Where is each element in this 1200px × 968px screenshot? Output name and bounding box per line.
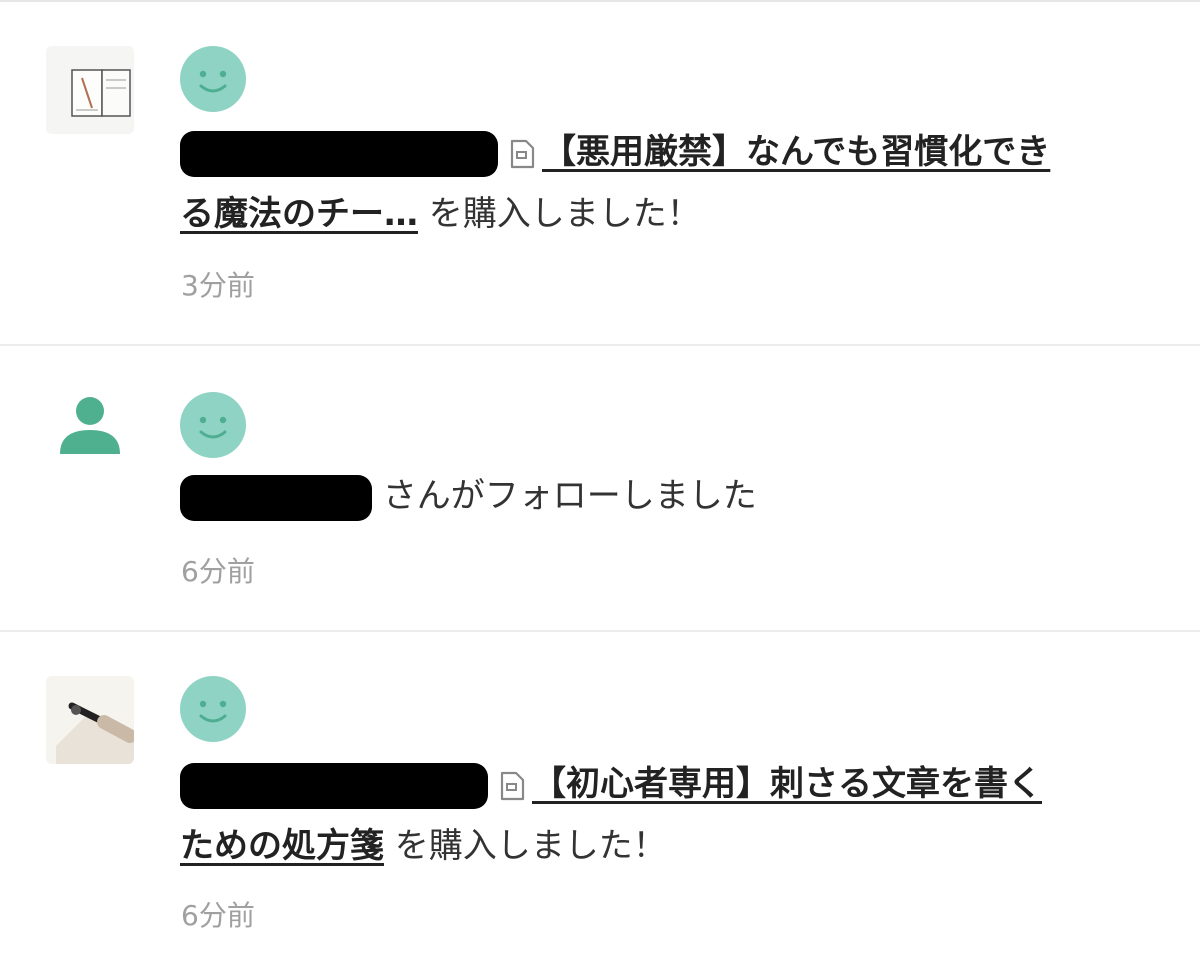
redacted-username (180, 130, 498, 177)
article-title-link-continued[interactable]: ための処方箋 (180, 826, 384, 866)
article-title-link[interactable]: 【悪用厳禁】なんでも習慣化でき (542, 132, 1050, 172)
article-title-link[interactable]: 【初心者専用】刺さる文章を書く (532, 764, 1042, 804)
timestamp: 6分前 (181, 899, 255, 932)
document-icon (500, 771, 525, 800)
redacted-username (180, 474, 372, 521)
article-thumbnail-notebook[interactable] (46, 46, 134, 134)
person-icon (60, 397, 120, 454)
action-text: を購入しました！ (418, 194, 701, 234)
pen-writing-thumbnail (46, 676, 134, 764)
article-thumbnail-pen[interactable] (46, 676, 134, 764)
notification-purchase-2[interactable]: 【初心者専用】刺さる文章を書く ための処方箋 を購入しました！ 6分前 (0, 632, 1200, 968)
notification-text-line: さんがフォローしました (180, 474, 757, 521)
notification-text-line-2: ための処方箋 を購入しました！ (180, 824, 667, 868)
document-icon (510, 139, 535, 168)
notification-feed: 【悪用厳禁】なんでも習慣化でき る魔法のチー… を購入しました！ 3分前 さんが… (0, 0, 1200, 968)
action-text: さんがフォローしました (372, 476, 757, 516)
timestamp: 6分前 (181, 555, 255, 588)
action-text: を購入しました！ (384, 826, 667, 866)
redacted-username (180, 762, 488, 809)
smiley-face-icon[interactable] (180, 392, 246, 458)
notebook-thumbnail (46, 46, 134, 134)
smiley-face-icon[interactable] (180, 676, 246, 742)
notification-text-line-2: る魔法のチー… を購入しました！ (180, 192, 701, 236)
notification-follow[interactable]: さんがフォローしました 6分前 (0, 346, 1200, 630)
article-title-link-continued[interactable]: る魔法のチー… (180, 194, 418, 234)
notification-text-line-1: 【悪用厳禁】なんでも習慣化でき (180, 130, 1050, 177)
smiley-face-icon[interactable] (180, 46, 246, 112)
notification-text-line-1: 【初心者専用】刺さる文章を書く (180, 762, 1042, 809)
notification-purchase-1[interactable]: 【悪用厳禁】なんでも習慣化でき る魔法のチー… を購入しました！ 3分前 (0, 2, 1200, 344)
timestamp: 3分前 (181, 269, 255, 302)
